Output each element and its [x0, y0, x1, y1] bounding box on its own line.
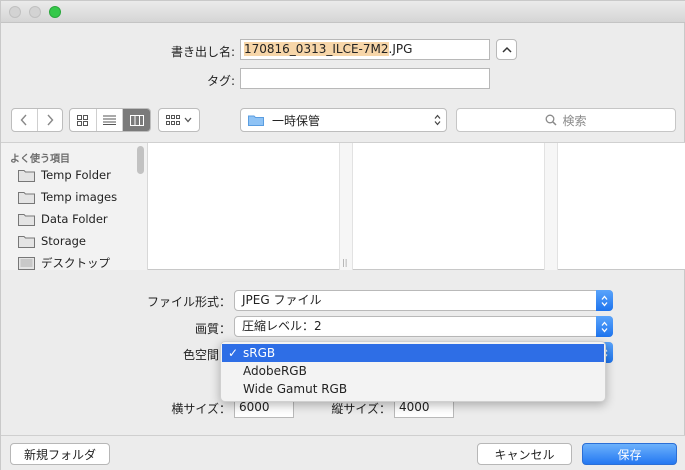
desktop-icon: [18, 256, 35, 270]
menu-item-adobergb[interactable]: AdobeRGB: [222, 362, 604, 380]
column-view-button[interactable]: [123, 109, 150, 131]
folder-icon: [248, 115, 264, 126]
minimize-window-button[interactable]: [29, 6, 41, 18]
forward-button[interactable]: [38, 109, 63, 131]
height-label: 縦サイズ：: [331, 402, 391, 416]
sidebar-item-label: Storage: [41, 234, 86, 248]
folder-icon: [18, 235, 35, 248]
format-dropdown[interactable]: JPEG ファイル: [234, 290, 613, 311]
icon-view-button[interactable]: [70, 109, 97, 131]
sidebar-item-data-folder[interactable]: Data Folder: [18, 209, 108, 229]
chevron-up-icon: [501, 46, 512, 53]
quality-value: 圧縮レベル：2: [242, 319, 322, 333]
collapse-dialog-button[interactable]: [496, 39, 517, 60]
chevron-left-icon: [20, 114, 27, 126]
search-placeholder: 検索: [562, 113, 587, 128]
sidebar-heading: よく使う項目: [10, 154, 70, 165]
tags-field[interactable]: [240, 68, 490, 89]
sidebar: よく使う項目 Temp Folder Temp images Data Fold…: [1, 143, 148, 270]
view-mode-segments: [69, 108, 151, 132]
save-button[interactable]: 保存: [582, 443, 677, 465]
chevron-right-icon: [47, 114, 54, 126]
dropdown-arrow: [596, 290, 613, 311]
format-label: ファイル形式：: [146, 295, 231, 309]
search-field[interactable]: 検索: [456, 108, 676, 132]
sidebar-item-label: デスクトップ: [41, 256, 110, 270]
quality-dropdown[interactable]: 圧縮レベル：2: [234, 316, 613, 337]
columns-icon: [129, 114, 144, 126]
colorspace-label: 色空間: [182, 348, 219, 362]
menu-item-label: sRGB: [243, 346, 276, 360]
sidebar-item-label: Temp Folder: [41, 168, 111, 182]
menu-item-srgb[interactable]: ✓ sRGB: [222, 344, 604, 362]
back-button[interactable]: [12, 109, 38, 131]
menu-item-label: Wide Gamut RGB: [243, 382, 348, 396]
sidebar-item-temp-images[interactable]: Temp images: [18, 187, 117, 207]
column-resize-handle[interactable]: ||: [342, 258, 347, 267]
search-icon: [546, 114, 558, 126]
close-window-button[interactable]: [9, 6, 21, 18]
grid-icon: [77, 114, 89, 126]
save-dialog: 書き出し名: 170816_0313_ILCE-7M2.JPG タグ: 一時保管: [0, 0, 685, 470]
export-name-selected-text: 170816_0313_ILCE-7M2: [244, 42, 389, 56]
cancel-button[interactable]: キャンセル: [477, 443, 572, 465]
export-name-field[interactable]: 170816_0313_ILCE-7M2.JPG: [240, 39, 490, 60]
sidebar-item-desktop[interactable]: デスクトップ: [18, 253, 110, 270]
tags-label: タグ:: [206, 74, 235, 88]
list-view-button[interactable]: [97, 109, 124, 131]
sidebar-item-label: Data Folder: [41, 212, 108, 226]
colorspace-menu: ✓ sRGB AdobeRGB Wide Gamut RGB: [220, 341, 606, 402]
arrange-menu-button[interactable]: [158, 108, 200, 132]
menu-item-wide-gamut-rgb[interactable]: Wide Gamut RGB: [222, 380, 604, 398]
updown-arrows-icon: [601, 294, 608, 307]
new-folder-button[interactable]: 新規フォルダ: [10, 443, 110, 465]
back-forward-buttons: [11, 108, 63, 132]
updown-arrows-icon: [434, 114, 441, 126]
chevron-down-icon: [184, 117, 192, 123]
file-browser: よく使う項目 Temp Folder Temp images Data Fold…: [1, 142, 685, 270]
zoom-window-button[interactable]: [49, 6, 61, 18]
title-bar: [1, 1, 685, 23]
sidebar-item-temp-folder[interactable]: Temp Folder: [18, 165, 111, 185]
checkmark-icon: ✓: [228, 346, 239, 360]
folder-icon: [18, 169, 35, 182]
export-name-label: 書き出し名:: [170, 45, 235, 59]
location-label: 一時保管: [272, 113, 321, 128]
export-name-extension: .JPG: [388, 42, 413, 56]
width-label: 横サイズ：: [171, 402, 231, 416]
column-divider[interactable]: [339, 143, 353, 270]
gallery-grid-icon: [166, 114, 180, 125]
updown-arrows-icon: [601, 320, 608, 333]
sidebar-item-storage[interactable]: Storage: [18, 231, 86, 251]
dropdown-arrow: [596, 316, 613, 337]
menu-item-label: AdobeRGB: [243, 364, 307, 378]
column-divider[interactable]: [544, 143, 558, 270]
list-icon: [103, 115, 116, 125]
format-value: JPEG ファイル: [242, 293, 322, 307]
location-popup[interactable]: 一時保管: [240, 108, 447, 132]
quality-label: 画質：: [194, 322, 231, 336]
folder-icon: [18, 191, 35, 204]
folder-icon: [18, 213, 35, 226]
sidebar-item-label: Temp images: [41, 190, 118, 204]
bottom-bar: 新規フォルダ キャンセル 保存: [1, 435, 685, 470]
sidebar-scrollbar[interactable]: [137, 146, 144, 174]
